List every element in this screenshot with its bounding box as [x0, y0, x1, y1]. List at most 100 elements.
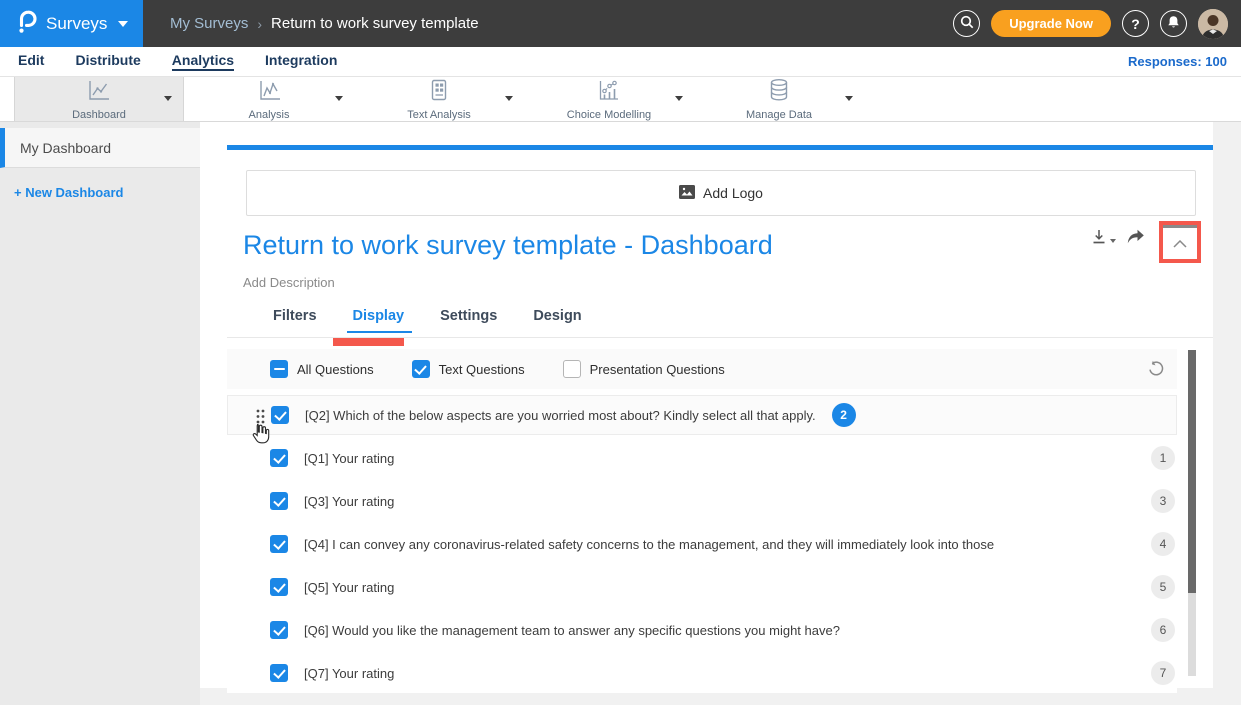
main-content: Add Logo Return to work survey template … [200, 122, 1241, 705]
question-text: [Q3] Your rating [304, 494, 394, 509]
breadcrumb: My Surveys › Return to work survey templ… [170, 15, 479, 32]
scrollbar-thumb[interactable] [1188, 350, 1196, 593]
chevron-down-icon[interactable] [335, 96, 343, 101]
question-order-badge: 2 [832, 403, 856, 427]
toolbar-manage-data-label: Manage Data [746, 109, 812, 121]
question-order-badge: 3 [1151, 489, 1175, 513]
presentation-questions-label: Presentation Questions [590, 362, 725, 377]
question-row-q7[interactable]: [Q7] Your rating 7 [227, 653, 1177, 693]
add-logo-label: Add Logo [703, 185, 763, 201]
chevron-down-icon[interactable] [845, 96, 853, 101]
chevron-down-icon [118, 21, 128, 27]
database-icon [768, 78, 790, 108]
analytics-toolbar: Dashboard Analysis Text Analysis [0, 77, 1241, 122]
app-window: Surveys My Surveys › Return to work surv… [0, 0, 1241, 705]
product-label: Surveys [46, 14, 107, 34]
sidebar-item-my-dashboard[interactable]: My Dashboard [0, 128, 200, 168]
question-text: [Q7] Your rating [304, 666, 394, 681]
question-text: [Q1] Your rating [304, 451, 394, 466]
tab-display[interactable]: Display [347, 308, 413, 333]
panel-accent-bar [227, 145, 1213, 150]
annotation-highlight-box [1159, 221, 1201, 263]
toolbar-analysis[interactable]: Analysis [184, 77, 354, 121]
question-checkbox[interactable] [270, 578, 288, 596]
questionpro-logo-icon [15, 9, 37, 39]
toolbar-text-analysis[interactable]: Text Analysis [354, 77, 524, 121]
presentation-questions-checkbox[interactable] [563, 360, 581, 378]
line-chart-icon [85, 78, 112, 108]
question-mark-icon: ? [1131, 16, 1140, 32]
reset-button[interactable] [1147, 360, 1165, 383]
dashboard-tabs: Filters Display Settings Design [273, 308, 582, 333]
toolbar-dashboard[interactable]: Dashboard [14, 77, 184, 121]
question-order-badge: 6 [1151, 618, 1175, 642]
notifications-button[interactable] [1160, 10, 1187, 37]
question-text: [Q4] I can convey any coronavirus-relate… [304, 537, 994, 552]
question-list: [Q2] Which of the below aspects are you … [227, 395, 1177, 696]
upgrade-now-button[interactable]: Upgrade Now [991, 10, 1111, 37]
chevron-up-icon [1173, 235, 1187, 253]
toolbar-choice-modelling[interactable]: Choice Modelling [524, 77, 694, 121]
product-switcher[interactable]: Surveys [0, 0, 143, 47]
add-logo-button[interactable]: Add Logo [246, 170, 1196, 216]
tab-settings[interactable]: Settings [440, 308, 497, 333]
question-checkbox[interactable] [270, 535, 288, 553]
subnav-edit[interactable]: Edit [18, 52, 44, 71]
question-row-q4[interactable]: [Q4] I can convey any coronavirus-relate… [227, 524, 1177, 564]
breadcrumb-separator: › [257, 16, 262, 32]
header-actions: Upgrade Now ? [953, 9, 1241, 39]
help-button[interactable]: ? [1122, 10, 1149, 37]
top-header: Surveys My Surveys › Return to work surv… [0, 0, 1241, 47]
question-row-q2[interactable]: [Q2] Which of the below aspects are you … [227, 395, 1177, 435]
tab-filters[interactable]: Filters [273, 308, 317, 333]
question-row-q5[interactable]: [Q5] Your rating 5 [227, 567, 1177, 607]
collapse-panel-button[interactable] [1163, 225, 1197, 259]
drag-handle-icon[interactable] [256, 409, 265, 429]
question-row-q1[interactable]: [Q1] Your rating 1 [227, 438, 1177, 478]
new-dashboard-button[interactable]: + New Dashboard [14, 185, 200, 200]
search-button[interactable] [953, 10, 980, 37]
filter-all-questions[interactable]: All Questions [270, 360, 374, 378]
search-icon [960, 15, 974, 32]
dashboard-title[interactable]: Return to work survey template - Dashboa… [243, 230, 773, 261]
question-checkbox[interactable] [270, 621, 288, 639]
question-text: [Q2] Which of the below aspects are you … [305, 408, 816, 423]
scatter-chart-icon [596, 78, 621, 108]
question-checkbox[interactable] [270, 449, 288, 467]
bell-icon [1167, 15, 1180, 32]
filter-text-questions[interactable]: Text Questions [412, 360, 525, 378]
document-grid-icon [427, 78, 451, 108]
toolbar-analysis-label: Analysis [249, 109, 290, 121]
question-checkbox[interactable] [270, 664, 288, 682]
subnav-distribute[interactable]: Distribute [75, 52, 140, 71]
breadcrumb-my-surveys[interactable]: My Surveys [170, 15, 248, 32]
responses-count[interactable]: Responses: 100 [1128, 54, 1227, 69]
all-questions-checkbox[interactable] [270, 360, 288, 378]
dashboard-sidebar: My Dashboard + New Dashboard [0, 122, 200, 705]
chevron-down-icon[interactable] [505, 96, 513, 101]
question-filter-bar: All Questions Text Questions Presentatio… [227, 349, 1177, 389]
question-checkbox[interactable] [271, 406, 289, 424]
subnav-analytics[interactable]: Analytics [172, 52, 234, 71]
question-row-q6[interactable]: [Q6] Would you like the management team … [227, 610, 1177, 650]
toolbar-manage-data[interactable]: Manage Data [694, 77, 864, 121]
question-order-badge: 4 [1151, 532, 1175, 556]
question-text: [Q5] Your rating [304, 580, 394, 595]
line-chart-icon [256, 78, 283, 108]
image-icon [679, 185, 695, 202]
text-questions-label: Text Questions [439, 362, 525, 377]
question-row-q3[interactable]: [Q3] Your rating 3 [227, 481, 1177, 521]
tab-design[interactable]: Design [533, 308, 581, 333]
share-button[interactable] [1126, 229, 1145, 245]
annotation-highlight-underline [333, 338, 404, 346]
chevron-down-icon[interactable] [164, 96, 172, 101]
filter-presentation-questions[interactable]: Presentation Questions [563, 360, 725, 378]
chevron-down-icon[interactable] [675, 96, 683, 101]
question-checkbox[interactable] [270, 492, 288, 510]
subnav-integration[interactable]: Integration [265, 52, 337, 71]
text-questions-checkbox[interactable] [412, 360, 430, 378]
add-description-field[interactable]: Add Description [243, 275, 335, 290]
dashboard-panel: Add Logo Return to work survey template … [200, 122, 1213, 688]
user-avatar[interactable] [1198, 9, 1228, 39]
download-button[interactable] [1090, 228, 1116, 246]
